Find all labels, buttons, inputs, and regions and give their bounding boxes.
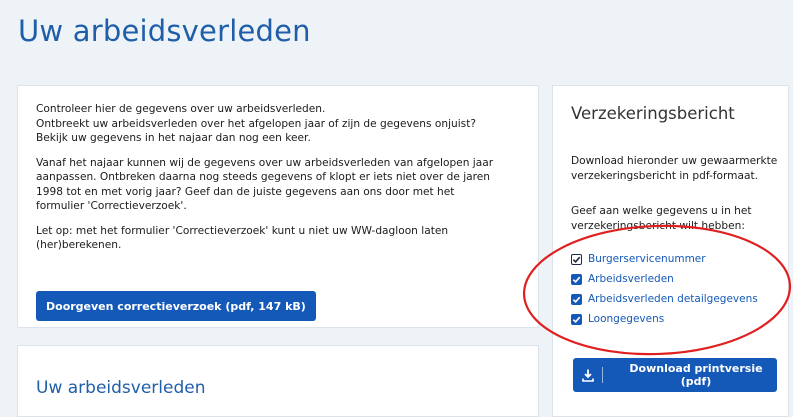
checkbox-burgerservicenummer[interactable]: Burgerservicenummer	[571, 251, 758, 267]
intro-card: Controleer hier de gegevens over uw arbe…	[17, 85, 539, 328]
checkmark-icon[interactable]	[571, 293, 582, 305]
checkbox-label[interactable]: Arbeidsverleden	[588, 273, 674, 285]
intro-line: 1998 tot en met vorig jaar? Geef dan de …	[36, 185, 455, 198]
checkbox-label[interactable]: Burgerservicenummer	[588, 253, 706, 265]
sidebar-instruction: Geef aan welke gegevens u in het verzeke…	[571, 204, 781, 233]
sidebar-description-line: Download hieronder uw gewaarmerkte	[571, 155, 778, 167]
intro-line: Ontbreekt uw arbeidsverleden over het af…	[36, 117, 476, 130]
correction-request-button[interactable]: Doorgeven correctieverzoek (pdf, 147 kB)	[36, 291, 316, 321]
history-card: Uw arbeidsverleden	[17, 345, 539, 417]
page-title: Uw arbeidsverleden	[18, 14, 311, 48]
checkmark-icon[interactable]	[571, 253, 582, 265]
download-button-label: Download printversie (pdf)	[629, 362, 763, 388]
download-icon	[573, 369, 602, 382]
button-divider	[602, 367, 603, 383]
intro-line: aanpassen. Ontbreken daarna nog steeds g…	[36, 171, 490, 183]
checkmark-icon[interactable]	[571, 273, 582, 285]
intro-line: formulier 'Correctieverzoek'.	[36, 200, 187, 212]
intro-paragraph-1: Controleer hier de gegevens over uw arbe…	[36, 102, 526, 146]
insurance-report-card: Verzekeringsbericht Download hieronder u…	[552, 85, 789, 417]
checkbox-label[interactable]: Loongegevens	[588, 313, 664, 325]
sidebar-description-line: verzekeringsbericht in pdf-formaat.	[571, 169, 759, 182]
checkbox-loongegevens[interactable]: Loongegevens	[571, 311, 758, 327]
intro-line: (her)berekenen.	[36, 239, 122, 251]
checkbox-arbeidsverleden-detailgegevens[interactable]: Arbeidsverleden detailgegevens	[571, 291, 758, 307]
download-printversion-button[interactable]: Download printversie (pdf)	[573, 358, 777, 392]
checkmark-icon[interactable]	[571, 313, 582, 325]
sidebar-title: Verzekeringsbericht	[571, 104, 735, 123]
history-title: Uw arbeidsverleden	[36, 378, 206, 398]
intro-paragraph-3: Let op: met het formulier 'Correctieverz…	[36, 224, 526, 253]
sidebar-instruction-line: verzekeringsbericht wilt hebben:	[571, 219, 745, 232]
data-checkbox-list: Burgerservicenummer Arbeidsverleden Arbe…	[571, 251, 758, 331]
intro-line: Controleer hier de gegevens over uw arbe…	[36, 103, 326, 115]
intro-text: Controleer hier de gegevens over uw arbe…	[36, 102, 526, 263]
checkbox-label[interactable]: Arbeidsverleden detailgegevens	[588, 293, 758, 305]
sidebar-instruction-line: Geef aan welke gegevens u in het	[571, 205, 752, 217]
intro-line: Bekijk uw gegevens in het najaar dan nog…	[36, 132, 311, 144]
intro-line: Vanaf het najaar kunnen wij de gegevens …	[36, 156, 494, 169]
intro-line: Let op: met het formulier 'Correctieverz…	[36, 224, 449, 237]
intro-paragraph-2: Vanaf het najaar kunnen wij de gegevens …	[36, 156, 526, 214]
checkbox-arbeidsverleden[interactable]: Arbeidsverleden	[571, 271, 758, 287]
sidebar-description: Download hieronder uw gewaarmerkte verze…	[571, 154, 781, 183]
